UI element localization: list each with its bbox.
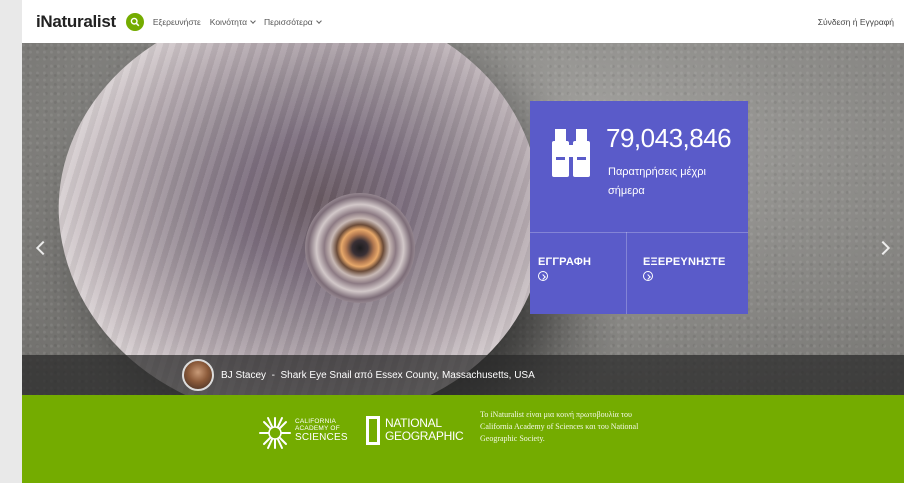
cas-line-2: ACADEMY OF — [295, 425, 340, 433]
cas-line-3: SCIENCES — [295, 432, 348, 444]
panel-divider — [530, 232, 748, 233]
top-nav-bar: iNaturalist Εξερευνήστε Κοινότητα Περισσ… — [22, 0, 904, 43]
page: iNaturalist Εξερευνήστε Κοινότητα Περισσ… — [22, 0, 904, 483]
photo-caption: BJ Stacey - Shark Eye Snail από Essex Co… — [221, 370, 535, 381]
nav-community[interactable]: Κοινότητα — [209, 16, 256, 27]
cas-line-1: CALIFORNIA — [295, 418, 337, 425]
signup-label: ΕΓΓΡΑΦΗ — [538, 256, 592, 268]
natgeo-logo-text: NATIONAL GEOGRAPHIC — [385, 417, 464, 443]
partnership-description: Το iNaturalist είναι μια κοινή πρωτοβουλ… — [480, 410, 639, 443]
shell-spiral — [305, 193, 415, 303]
natgeo-yellow-border-icon — [366, 416, 380, 445]
observations-label: Παρατηρήσεις μέχρι σήμερα — [608, 166, 706, 197]
explore-label: ΕΞΕΡΕΥΝΗΣΤΕ — [643, 256, 726, 268]
observations-summary: 79,043,846 Παρατηρήσεις μέχρι σήμερα — [530, 101, 748, 232]
partners-footer: CALIFORNIA ACADEMY OF SCIENCES NATIONAL … — [22, 395, 904, 483]
login-signup-link[interactable]: Σύνδεση ή Εγγραφή — [818, 17, 894, 27]
panel-divider — [626, 232, 627, 314]
main-nav: Εξερευνήστε Κοινότητα Περισσότερα — [153, 16, 322, 27]
shark-eye-snail-photo — [33, 43, 567, 395]
photo-caption-bar: BJ Stacey - Shark Eye Snail από Essex Co… — [22, 355, 904, 395]
california-academy-logo[interactable]: CALIFORNIA ACADEMY OF SCIENCES — [258, 416, 350, 452]
logo-text: iNaturalist — [36, 11, 116, 31]
national-geographic-logo[interactable]: NATIONAL GEOGRAPHIC — [366, 414, 464, 450]
photographer-name[interactable]: BJ Stacey — [221, 370, 266, 381]
observation-link[interactable]: Shark Eye Snail από Essex County, Massac… — [281, 370, 535, 381]
nav-more-label: Περισσότερα — [264, 16, 313, 27]
nav-explore-label: Εξερευνήστε — [152, 16, 201, 27]
observations-count: 79,043,846 — [606, 123, 732, 153]
chevron-down-icon — [315, 17, 322, 24]
signup-button[interactable]: ΕΓΓΡΑΦΗ — [538, 256, 591, 281]
cas-logo-text: CALIFORNIA ACADEMY OF SCIENCES — [295, 418, 348, 443]
inaturalist-logo[interactable]: iNaturalist — [36, 12, 116, 32]
nav-explore[interactable]: Εξερευνήστε — [153, 17, 201, 27]
cas-starburst-icon — [259, 417, 291, 449]
arrow-circle-right-icon — [643, 271, 653, 281]
explore-button[interactable]: ΕΞΕΡΕΥΝΗΣΤΕ — [643, 256, 726, 281]
natgeo-line-2: GEOGRAPHIC — [385, 429, 464, 443]
photographer-avatar[interactable] — [182, 359, 214, 391]
shell-ridges — [33, 43, 567, 395]
nav-community-label: Κοινότητα — [209, 16, 248, 27]
nav-more[interactable]: Περισσότερα — [264, 16, 322, 27]
arrow-circle-right-icon — [538, 271, 548, 281]
binoculars-icon — [552, 129, 590, 177]
chevron-down-icon — [250, 17, 256, 24]
observations-panel: 79,043,846 Παρατηρήσεις μέχρι σήμερα ΕΓΓ… — [530, 101, 748, 314]
search-button[interactable] — [125, 12, 144, 31]
hero-banner: 79,043,846 Παρατηρήσεις μέχρι σήμερα ΕΓΓ… — [22, 43, 904, 395]
caption-separator: - — [271, 369, 275, 381]
search-icon — [130, 17, 140, 26]
